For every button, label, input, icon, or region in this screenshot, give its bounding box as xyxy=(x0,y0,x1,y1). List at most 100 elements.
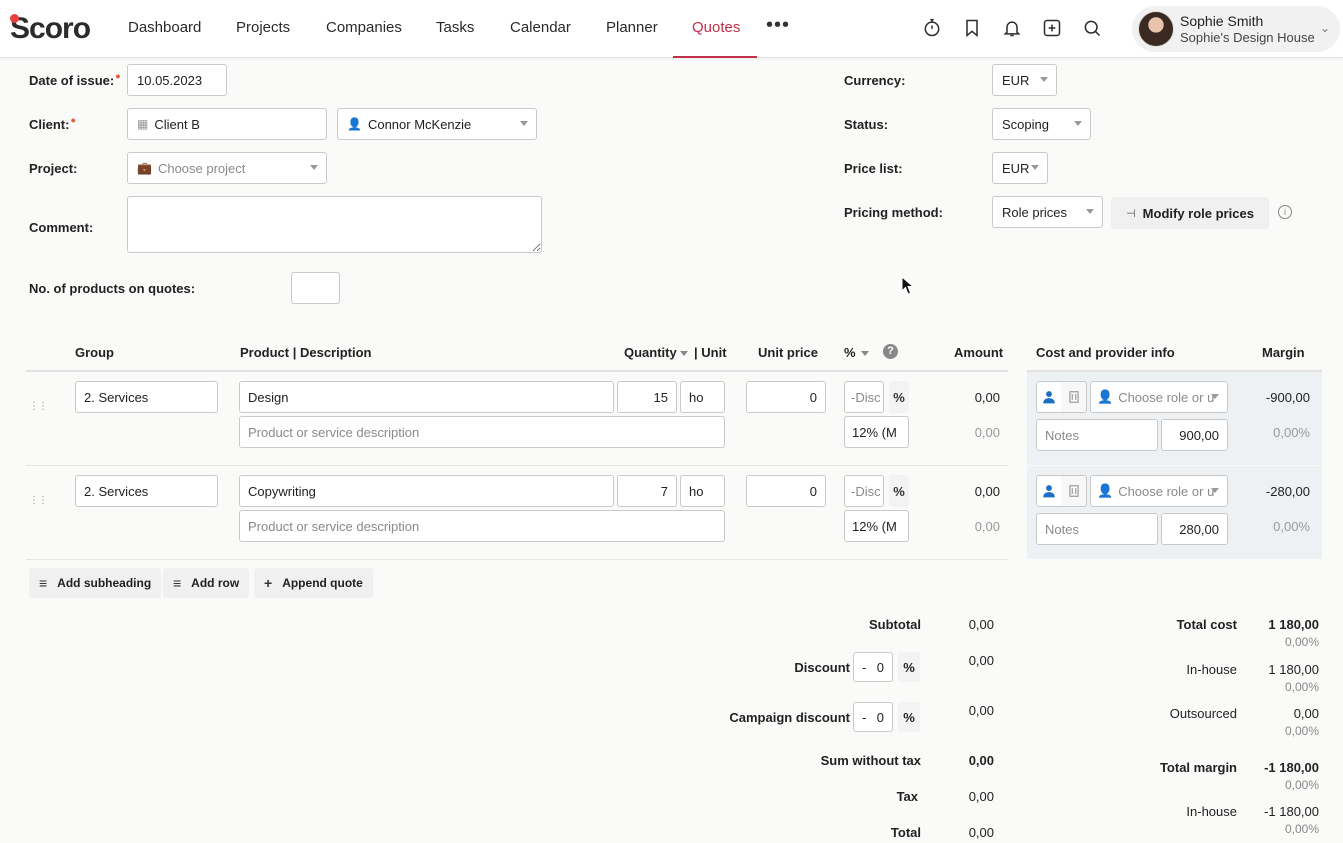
pricelist-value: EUR xyxy=(1002,160,1030,176)
inhouse-cost-value: 1 180,00 xyxy=(1268,662,1319,677)
tax-label: Tax xyxy=(896,789,918,804)
person-role-icon[interactable] xyxy=(1036,381,1062,413)
nav-planner[interactable]: Planner xyxy=(606,19,658,36)
nav-companies[interactable]: Companies xyxy=(326,19,402,36)
comment-field[interactable] xyxy=(127,196,542,253)
currency-select[interactable]: EUR xyxy=(992,64,1057,96)
group-field[interactable]: 2. Services xyxy=(75,475,218,507)
unit-price-field[interactable]: 0 xyxy=(746,381,826,413)
bookmark-icon[interactable] xyxy=(961,17,983,39)
add-icon[interactable] xyxy=(1041,17,1063,39)
date-field[interactable]: 10.05.2023 xyxy=(127,64,227,96)
percent-sort-icon[interactable] xyxy=(861,351,869,356)
vat-select[interactable]: 12% (M xyxy=(844,510,909,542)
chevron-down-icon[interactable]: ⌄ xyxy=(1320,21,1330,35)
project-placeholder: Choose project xyxy=(157,160,246,176)
project-label: Project: xyxy=(29,161,78,176)
caret-down-icon xyxy=(1211,394,1219,399)
pricing-method-select[interactable]: Role prices xyxy=(992,196,1103,228)
description-field[interactable]: Product or service description xyxy=(239,416,725,448)
nav-tasks[interactable]: Tasks xyxy=(436,19,474,36)
info-icon[interactable]: i xyxy=(1278,205,1292,219)
col-percent[interactable]: % xyxy=(844,345,856,360)
quantity-sort-icon[interactable] xyxy=(680,351,688,356)
unit-field[interactable]: ho xyxy=(680,475,725,507)
total-cost-value: 1 180,00 xyxy=(1268,617,1319,632)
nav-dashboard[interactable]: Dashboard xyxy=(128,19,201,36)
group-field[interactable]: 2. Services xyxy=(75,381,218,413)
user-menu[interactable]: Sophie Smith Sophie's Design House ⌄ xyxy=(1132,6,1340,52)
percent-toggle[interactable]: % xyxy=(889,475,909,507)
products-count-field[interactable] xyxy=(291,272,340,304)
pricing-method-label: Pricing method: xyxy=(844,205,943,220)
person-role-icon[interactable] xyxy=(1036,475,1062,507)
notes-field[interactable]: Notes xyxy=(1036,513,1158,545)
modify-role-prices-button[interactable]: ⊣ Modify role prices xyxy=(1111,197,1269,229)
tax-value: 0,00 xyxy=(968,789,994,804)
discount-percent-toggle[interactable]: % xyxy=(898,652,920,682)
building-role-icon[interactable] xyxy=(1061,475,1087,507)
col-product: Product | Description xyxy=(240,345,372,360)
unit-field[interactable]: ho xyxy=(680,381,725,413)
discount-field[interactable]: -Disc xyxy=(844,475,884,507)
amount-tax-value: 0,00 xyxy=(974,519,1000,534)
campaign-percent-toggle[interactable]: % xyxy=(898,702,920,732)
col-quantity[interactable]: Quantity xyxy=(624,345,677,360)
add-subheading-label: Add subheading xyxy=(57,576,152,590)
description-field[interactable]: Product or service description xyxy=(239,510,725,542)
required-marker: ● xyxy=(70,115,76,125)
person-icon: 👤 xyxy=(1097,389,1114,404)
margin-pct-value: 0,00% xyxy=(1273,425,1310,440)
add-row-label: Add row xyxy=(191,576,240,590)
notes-field[interactable]: Notes xyxy=(1036,419,1158,451)
outsourced-label: Outsourced xyxy=(1169,706,1237,721)
nav-quotes[interactable]: Quotes xyxy=(692,19,740,36)
drag-handle-icon[interactable]: ⋮⋮ xyxy=(29,495,48,506)
more-menu-icon[interactable]: ••• xyxy=(766,14,790,37)
cost-field[interactable]: 900,00 xyxy=(1161,419,1228,451)
add-row-button[interactable]: ≡ Add row xyxy=(163,568,250,598)
product-field[interactable]: Copywriting xyxy=(239,475,614,507)
total-margin-pct: 0,00% xyxy=(1284,778,1319,792)
pricelist-select[interactable]: EUR xyxy=(992,152,1048,184)
product-field[interactable]: Design xyxy=(239,381,614,413)
building-role-icon[interactable] xyxy=(1061,381,1087,413)
drag-handle-icon[interactable]: ⋮⋮ xyxy=(29,401,48,412)
contact-select[interactable]: 👤 Connor McKenzie xyxy=(337,108,537,140)
append-quote-button[interactable]: + Append quote xyxy=(254,568,373,598)
quantity-field[interactable]: 15 xyxy=(617,381,677,413)
timer-icon[interactable] xyxy=(921,17,943,39)
caret-down-icon xyxy=(1211,488,1219,493)
client-field[interactable]: ▦ Client B xyxy=(127,108,327,140)
amount-value: 0,00 xyxy=(974,390,1000,405)
percent-toggle[interactable]: % xyxy=(889,381,909,413)
vat-select[interactable]: 12% (M xyxy=(844,416,909,448)
client-label: Client:● xyxy=(29,115,76,132)
status-select[interactable]: Scoping xyxy=(992,108,1091,140)
nav-projects[interactable]: Projects xyxy=(236,19,290,36)
role-placeholder: Choose role or u xyxy=(1118,389,1215,405)
campaign-discount-label: Campaign discount xyxy=(729,710,850,725)
pricing-method-value: Role prices xyxy=(1002,204,1068,220)
person-icon: 👤 xyxy=(347,117,362,131)
discount-value: 0 xyxy=(876,659,884,675)
currency-value: EUR xyxy=(1002,72,1030,88)
help-icon[interactable]: ? xyxy=(883,344,898,359)
subtotal-value: 0,00 xyxy=(968,617,994,632)
discount-field[interactable]: - 0 xyxy=(853,652,893,682)
campaign-discount-field[interactable]: - 0 xyxy=(853,702,893,732)
cost-field[interactable]: 280,00 xyxy=(1161,513,1228,545)
add-subheading-button[interactable]: ≡ Add subheading xyxy=(29,568,162,598)
avatar xyxy=(1138,11,1174,47)
scoro-logo[interactable]: Scoro xyxy=(10,12,91,46)
role-select[interactable]: 👤 Choose role or u xyxy=(1090,475,1228,507)
discount-label: Discount xyxy=(794,660,850,675)
role-select[interactable]: 👤 Choose role or u xyxy=(1090,381,1228,413)
project-select[interactable]: 💼 Choose project xyxy=(127,152,327,184)
search-icon[interactable] xyxy=(1081,17,1103,39)
bell-icon[interactable] xyxy=(1001,17,1023,39)
nav-calendar[interactable]: Calendar xyxy=(510,19,571,36)
quantity-field[interactable]: 7 xyxy=(617,475,677,507)
discount-field[interactable]: -Disc xyxy=(844,381,884,413)
unit-price-field[interactable]: 0 xyxy=(746,475,826,507)
